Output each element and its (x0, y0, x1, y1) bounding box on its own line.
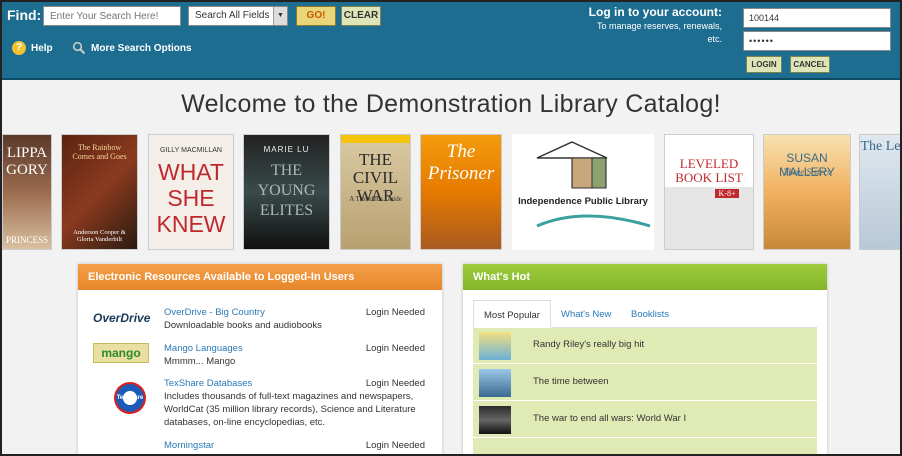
book-cover[interactable]: The Le (859, 134, 900, 250)
texshare-logo: TexShare (114, 382, 146, 414)
library-building-icon (536, 141, 651, 228)
go-button[interactable]: GO! (296, 6, 336, 26)
cover-carousel: LIPPA GORY PRINCESS The Rainbow Comes an… (2, 134, 900, 252)
list-item[interactable]: Randy Riley's really big hit (473, 328, 817, 364)
search-scope-select[interactable]: Search All Fields ▼ (188, 6, 288, 26)
list-item[interactable]: The time between (473, 365, 817, 401)
password-field[interactable]: •••••• (743, 31, 891, 51)
book-thumbnail (479, 406, 511, 434)
whats-hot-tabs: Most Popular What's New Booklists (473, 300, 817, 328)
resource-link[interactable]: Mango Languages (164, 343, 243, 354)
page-title: Welcome to the Demonstration Library Cat… (181, 90, 721, 118)
mango-logo: mango (93, 343, 149, 363)
book-cover[interactable]: THE CIVIL WAR A Traveler's Guide (340, 134, 411, 250)
login-title: Log in to your account: (588, 5, 722, 19)
list-item[interactable]: The war to end all wars: World War I (473, 402, 817, 438)
library-logo: Independence Public Library (512, 134, 654, 250)
whats-hot-panel: What's Hot Most Popular What's New Bookl… (463, 264, 827, 454)
resource-link[interactable]: OverDrive - Big Country (164, 307, 265, 318)
whats-hot-list: Randy Riley's really big hit The time be… (473, 328, 817, 454)
book-cover[interactable]: LEVELED BOOK LIST K-8+ (664, 134, 754, 250)
book-cover[interactable]: MARIE LU THE YOUNG ELITES (243, 134, 330, 250)
resource-description: Downloadable books and audiobooks (164, 320, 322, 331)
overdrive-logo: OverDrive (93, 311, 151, 325)
book-thumbnail (479, 332, 511, 360)
book-cover[interactable]: The Rainbow Comes and Goes Anderson Coop… (61, 134, 138, 250)
resource-status: Login Needed (365, 343, 425, 354)
electronic-resources-heading: Electronic Resources Available to Logged… (78, 264, 442, 290)
search-scope-value: Search All Fields (195, 10, 270, 21)
book-thumbnail (479, 369, 511, 397)
book-cover[interactable]: LIPPA GORY PRINCESS (2, 134, 52, 250)
clear-button[interactable]: CLEAR (341, 6, 381, 26)
more-search-options-link[interactable]: More Search Options (72, 41, 192, 55)
resource-link[interactable]: TexShare Databases (164, 378, 252, 389)
list-item-title: The war to end all wars: World War I (533, 413, 687, 424)
electronic-resources-panel: Electronic Resources Available to Logged… (78, 264, 442, 454)
help-icon: ? (12, 41, 26, 55)
book-cover[interactable]: SUSAN MALLERY Three Sisters (763, 134, 851, 250)
whats-hot-heading: What's Hot (463, 264, 827, 290)
tab-booklists[interactable]: Booklists (621, 300, 679, 328)
help-link[interactable]: ? Help (12, 41, 53, 55)
help-label: Help (31, 42, 53, 54)
magnifier-icon (72, 41, 86, 55)
login-subtitle: To manage reserves, renewals, etc. (596, 21, 722, 44)
resource-link[interactable]: Morningstar (164, 440, 214, 451)
cancel-button[interactable]: CANCEL (790, 56, 830, 73)
more-search-label: More Search Options (91, 42, 192, 54)
page-frame: Find: Search All Fields ▼ GO! CLEAR ? He… (0, 0, 902, 456)
chevron-down-icon: ▼ (273, 7, 287, 25)
tab-most-popular[interactable]: Most Popular (473, 300, 551, 328)
header-bar: Find: Search All Fields ▼ GO! CLEAR ? He… (2, 2, 900, 80)
list-item-title: Randy Riley's really big hit (533, 339, 645, 350)
resource-description: Includes thousands of full-text magazine… (164, 391, 416, 428)
resource-description: Mmmm... Mango (164, 356, 236, 367)
resource-status: Login Needed (365, 378, 425, 389)
username-field[interactable]: 100144 (743, 8, 891, 28)
tab-whats-new[interactable]: What's New (551, 300, 621, 328)
login-button[interactable]: LOGIN (746, 56, 782, 73)
resource-status: Login Needed (365, 440, 425, 451)
find-label: Find: (7, 7, 42, 23)
resource-status: Login Needed (365, 307, 425, 318)
book-cover[interactable]: The Prisoner (420, 134, 502, 250)
list-item-title: The time between (533, 376, 609, 387)
book-cover[interactable]: GILLY MACMILLAN WHAT SHE KNEW (148, 134, 234, 250)
search-input[interactable] (43, 6, 181, 26)
